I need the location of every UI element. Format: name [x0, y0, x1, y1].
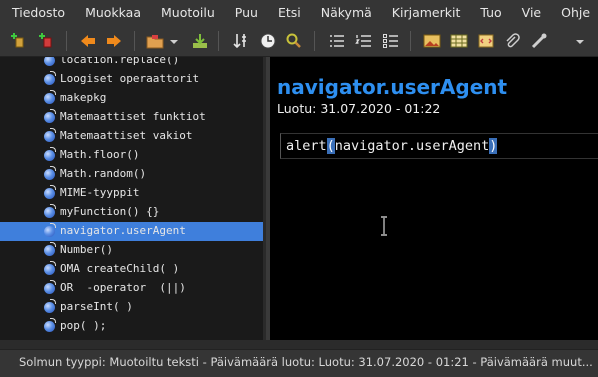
list-icon[interactable] [328, 32, 346, 50]
node-bullet-icon [44, 299, 56, 313]
text-cursor-icon [381, 216, 387, 236]
toolbar-separator [410, 31, 411, 51]
node-bullet-icon [44, 128, 56, 142]
add-subnode-icon[interactable] [37, 32, 55, 50]
tree-node[interactable]: makepkg [0, 89, 266, 108]
open-paren-match: ( [326, 138, 335, 154]
tree-node[interactable]: location.replace() [0, 57, 266, 70]
anchor-icon[interactable] [530, 32, 548, 50]
tree-node-label: pop( ); [60, 319, 107, 332]
tree-node[interactable]: Number() [0, 241, 266, 260]
dropdown-icon[interactable] [168, 32, 180, 50]
node-bullet-icon [44, 223, 56, 237]
node-title: navigator.userAgent [277, 75, 508, 99]
todo-list-icon[interactable] [382, 32, 400, 50]
status-bar: Solmun tyyppi: Muotoiltu teksti - Päiväm… [0, 349, 598, 377]
toolbar-separator [314, 31, 315, 51]
find-icon[interactable] [285, 32, 303, 50]
tree-node[interactable]: Math.floor() [0, 146, 266, 165]
status-text: Solmun tyyppi: Muotoiltu teksti - Päiväm… [19, 355, 593, 369]
editor-hscrollbar[interactable] [270, 340, 598, 345]
rich-text-editor[interactable]: navigator.userAgent Luotu: 31.07.2020 - … [270, 57, 598, 340]
clock-icon[interactable] [259, 32, 277, 50]
menu-item-ohje[interactable]: Ohje [549, 0, 598, 26]
tree-node[interactable]: Matemaattiset vakiot [0, 127, 266, 146]
add-node-icon[interactable] [9, 32, 27, 50]
menu-item-tuo[interactable]: Tuo [468, 0, 509, 26]
image-icon[interactable] [423, 32, 441, 50]
open-folder-icon[interactable] [146, 32, 164, 50]
node-bullet-icon [44, 166, 56, 180]
node-tree[interactable]: location.replace() Loogiset operaattorit m… [0, 57, 266, 340]
node-bullet-icon [44, 147, 56, 161]
tree-node-label: Math.floor() [60, 148, 140, 161]
tree-node[interactable]: myFunction() {} [0, 203, 266, 222]
tree-node-label: Number() [60, 243, 113, 256]
tree-node[interactable]: MIME-tyyppit [0, 184, 266, 203]
tree-node[interactable]: navigator.userAgent [0, 222, 266, 241]
close-paren-match: ) [489, 138, 498, 154]
menu-item-tiedosto[interactable]: Tiedosto [0, 0, 73, 26]
menu-item-puu[interactable]: Puu [223, 0, 266, 26]
tree-node-label: myFunction() {} [60, 205, 160, 218]
code-text[interactable]: alert(navigator.userAgent) [286, 138, 498, 154]
menu-bar: Tiedosto Muokkaa Muotoilu Puu Etsi Näkymä Kirj… [0, 0, 598, 26]
menu-item-kirjamerkit[interactable]: Kirjamerkit [380, 0, 469, 26]
tree-node-label: OR -operator (||) [60, 281, 186, 294]
node-bullet-icon [44, 204, 56, 218]
tree-node-label: Matemaattiset funktiot [60, 110, 206, 123]
tree-node-label: Loogiset operaattorit [60, 72, 200, 85]
node-bullet-icon [44, 318, 56, 332]
tree-node[interactable]: parseInt( ) [0, 298, 266, 317]
tree-node[interactable]: OMA createChild( ) [0, 260, 266, 279]
tree-node-label: OMA createChild( ) [60, 262, 180, 275]
toolbar-separator [218, 31, 219, 51]
code-line-box[interactable]: alert(navigator.userAgent) [280, 133, 598, 159]
tree-node-label: makepkg [60, 91, 107, 104]
menu-item-muotoilu[interactable]: Muotoilu [149, 0, 223, 26]
node-bullet-icon [44, 242, 56, 256]
node-bullet-icon [44, 280, 56, 294]
code-function: alert [286, 138, 327, 154]
node-bullet-icon [44, 71, 56, 85]
menu-item-etsi[interactable]: Etsi [266, 0, 309, 26]
code-argument: navigator.userAgent [334, 138, 490, 154]
tree-node-label: location.replace() [60, 57, 180, 66]
node-created-date: Luotu: 31.07.2020 - 01:22 [277, 101, 441, 116]
toolbar-separator [134, 31, 135, 51]
menu-item-muokkaa[interactable]: Muokkaa [73, 0, 149, 26]
menu-item-näkymä[interactable]: Näkymä [309, 0, 380, 26]
tree-node[interactable]: Matemaattiset funktiot [0, 108, 266, 127]
node-bullet-icon [44, 57, 55, 66]
tree-node[interactable]: OR -operator (||) [0, 279, 266, 298]
node-bullet-icon [44, 109, 56, 123]
node-bullet-icon [44, 261, 56, 275]
tree-node-label: Math.random() [60, 167, 147, 180]
attachment-icon[interactable] [503, 32, 521, 50]
sort-icon[interactable] [232, 32, 250, 50]
toolbar [0, 26, 598, 57]
download-icon[interactable] [191, 32, 209, 50]
tree-node-label: navigator.userAgent [60, 224, 186, 237]
arrow-right-icon[interactable] [105, 32, 123, 50]
numbered-list-icon[interactable] [355, 32, 373, 50]
menu-item-vie[interactable]: Vie [510, 0, 549, 26]
tree-node-label: Matemaattiset vakiot [60, 129, 193, 142]
overflow-icon[interactable] [574, 32, 586, 50]
arrow-left-icon[interactable] [79, 32, 97, 50]
tree-node[interactable]: Loogiset operaattorit [0, 70, 266, 89]
tree-node[interactable]: Math.random() [0, 165, 266, 184]
node-bullet-icon [44, 185, 56, 199]
tree-node-label: MIME-tyyppit [60, 186, 140, 199]
tree-node-label: parseInt( ) [60, 300, 133, 313]
codebox-icon[interactable] [477, 32, 495, 50]
table-icon[interactable] [450, 32, 468, 50]
node-bullet-icon [44, 90, 56, 104]
tree-node[interactable]: pop( ); [0, 317, 266, 336]
tree-list: location.replace() Loogiset operaattorit m… [0, 57, 266, 336]
toolbar-separator [66, 31, 67, 51]
